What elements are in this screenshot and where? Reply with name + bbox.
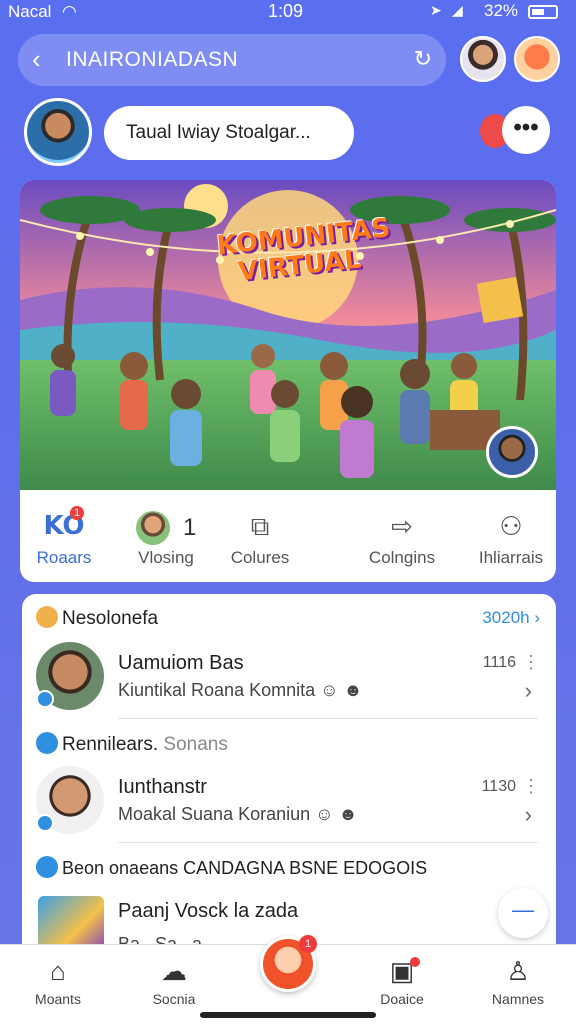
action-roaars[interactable]: KO 1 Roaars [24,506,104,568]
action-ihliarrais[interactable]: ⚇ Ihliarrais [466,506,556,568]
item-name: Paanj Vosck la zada [118,900,299,922]
nav-names[interactable]: ♙ Namnes [468,953,568,1007]
nav-label: Namnes [491,991,545,1007]
nav-social[interactable]: ☁ Socnia [124,953,224,1007]
list-item[interactable]: Uamuiom Bas Kiuntikal Roana Komnita ☺ ☻ … [22,636,556,726]
refresh-icon[interactable]: ↻ [414,46,432,72]
avatar [135,511,170,546]
action-colngins[interactable]: ⇨ Colngins [360,506,444,568]
info-icon [36,732,58,754]
avatar[interactable] [514,36,560,82]
nav-device[interactable]: ▣ Doaice [352,953,452,1007]
section-header: Rennilears. Sonans [36,732,228,756]
section-header: Beon onaeans CANDAGNA BSNE EDOGOIS [36,856,427,879]
battery-percent: 32% [484,1,519,20]
nav-label: Socnia [152,991,196,1007]
location-icon: ➤ [430,2,442,18]
photo-icon: ⧉ [250,511,270,541]
status-badge [36,814,54,832]
page-title: INAIRONIADASN [66,48,239,71]
action-label: Vlosing [138,548,194,567]
home-icon: ⌂ [50,956,66,986]
avatar[interactable] [486,426,538,478]
more-button[interactable]: ••• [502,106,550,154]
item-name: Uamuiom Bas [118,652,244,674]
post-card: KOMUNITAS VIRTUAL KO 1 Roaars 1 Vlosing … [20,180,556,582]
badge: 1 [70,506,85,520]
action-label: Roaars [36,548,92,567]
wifi-icon: ◠ [62,2,77,21]
item-time: 1116 [482,654,516,671]
profile-name[interactable]: Taual Iwiay Stoalgar... [104,106,354,160]
item-time: 1130 [481,778,516,795]
share-icon: ⇨ [391,511,413,541]
count: 1 [182,514,197,542]
chevron-right-icon[interactable]: › [525,802,532,828]
see-all-link[interactable]: 3020h › [482,608,540,628]
clock: 1:09 [268,1,304,21]
list-item[interactable]: Iunthanstr Moakal Suana Koraniun ☺ ☻ 113… [22,760,556,850]
status-bar: Nacal ◠ 1:09 ➤ ◢ 32% [0,0,576,26]
people-icon: ⚇ [499,511,523,541]
chevron-right-icon[interactable]: › [525,678,532,704]
badge: 1 [299,935,317,953]
avatar [36,766,104,834]
center-avatar-button[interactable]: 1 [260,935,317,992]
item-subtitle: Kiuntikal Roana Komnita ☺ ☻ [118,680,363,700]
notification-dot [410,957,420,967]
compose-button[interactable]: — [498,888,548,938]
action-colures[interactable]: ⧉ Colures [212,506,308,568]
nav-label: Moants [35,991,81,1007]
action-vlosing[interactable]: 1 Vlosing [116,506,216,568]
action-label: Colngins [368,548,436,567]
more-vertical-icon[interactable]: ⋮ [522,776,540,797]
chat-icon [36,856,58,878]
section-header: Nesolonefa [36,606,158,630]
nav-label: Doaice [380,991,424,1007]
avatar [36,642,104,710]
signal-icon: ◢ [452,2,463,18]
header-bar: ‹ INAIRONIADASN ↻ [18,34,446,86]
avatar[interactable] [460,36,506,82]
chevron-left-icon[interactable]: ‹ [32,44,41,75]
chat-icon: ☁ [161,956,187,986]
feed-list: Nesolonefa 3020h › Uamuiom Bas Kiuntikal… [22,594,556,954]
action-label: Colures [230,548,290,567]
notes-icon: ▣ [389,956,415,986]
divider [118,718,538,719]
ko-icon: KO [43,511,85,541]
smile-icon [36,606,58,628]
post-actions: KO 1 Roaars 1 Vlosing ⧉ Colures ⇨ Colngi… [20,498,556,582]
home-indicator [200,1012,376,1018]
more-vertical-icon[interactable]: ⋮ [522,652,540,673]
nav-home[interactable]: ⌂ Moants [8,953,108,1007]
item-subtitle: Moakal Suana Koraniun ☺ ☻ [118,804,358,824]
battery-icon [528,5,558,19]
profile-avatar[interactable] [24,98,92,166]
divider [118,842,538,843]
carrier-label: Nacal [8,2,52,21]
item-name: Iunthanstr [118,776,207,798]
person-icon: ♙ [506,956,530,986]
action-label: Ihliarrais [478,548,544,567]
status-badge [36,690,54,708]
